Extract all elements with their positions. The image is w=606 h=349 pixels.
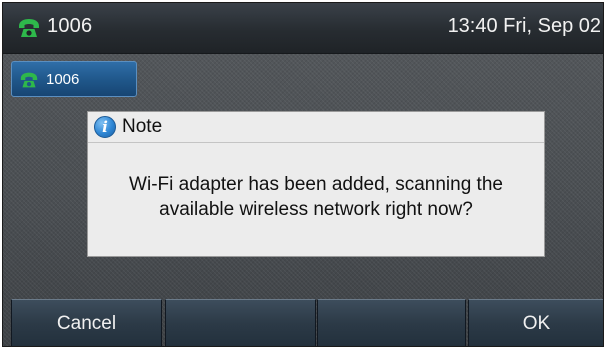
phone-icon	[20, 72, 38, 88]
ok-button[interactable]: OK	[468, 299, 603, 346]
cancel-button[interactable]: Cancel	[11, 299, 162, 346]
softkey-2[interactable]	[165, 299, 316, 346]
phone-icon	[19, 19, 39, 37]
dialog-message-line-2: available wireless network right now?	[159, 199, 473, 220]
phone-screen: 1006 13:40 Fri, Sep 02 1006 i Note Wi-Fi…	[2, 2, 604, 347]
dialog-message: Wi-Fi adapter has been added, scanning t…	[88, 172, 544, 222]
account-label: 1006	[47, 15, 93, 37]
softkey-3[interactable]	[317, 299, 466, 346]
note-dialog: i Note Wi-Fi adapter has been added, sca…	[87, 111, 545, 257]
dialog-message-line-1: Wi-Fi adapter has been added, scanning t…	[129, 174, 503, 195]
info-icon: i	[94, 116, 116, 138]
line-key-label: 1006	[46, 71, 80, 88]
dialog-title: Note	[122, 116, 163, 137]
line-key-1006[interactable]: 1006	[11, 61, 137, 97]
softkey-bar: Cancel OK	[3, 299, 603, 346]
status-bar: 1006 13:40 Fri, Sep 02	[3, 3, 603, 54]
dialog-title-row: i Note	[88, 112, 544, 143]
date-time: 13:40 Fri, Sep 02	[447, 15, 601, 37]
